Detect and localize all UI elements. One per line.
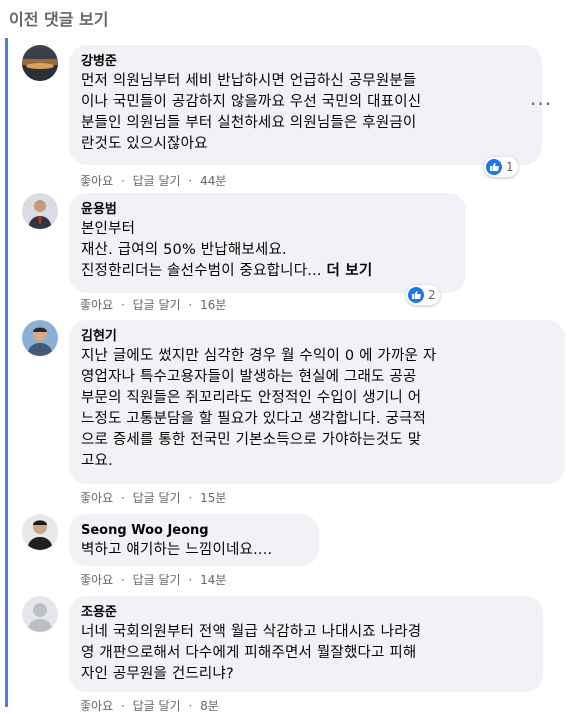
avatar[interactable] [22, 320, 58, 356]
comment-text-line-content: 진정한리더는 솔선수범이 중요합니다... [81, 263, 322, 279]
comment-text-line: 분들인 의원님들 부터 실천하세요 의원님들은 후원금이 [81, 115, 417, 131]
comment-author[interactable]: 윤용범 [81, 201, 454, 219]
comment-text-line: 본인부터 [81, 221, 136, 237]
like-button[interactable]: 좋아요 [80, 298, 113, 312]
reaction-count[interactable]: 1 [484, 157, 518, 177]
reply-button[interactable]: 답글 달기 [133, 491, 181, 505]
comment-author[interactable]: Seong Woo Jeong [81, 522, 307, 540]
reaction-count-value: 1 [506, 160, 514, 174]
comment-text-line: 먼저 의원님부터 세비 반납하시면 언급하신 공무원분들 [81, 73, 417, 89]
comment-timestamp[interactable]: 15분 [200, 491, 226, 505]
avatar[interactable] [22, 596, 58, 632]
avatar[interactable] [22, 514, 58, 550]
separator: · [188, 573, 193, 587]
separator: · [120, 491, 125, 505]
comment-text-line: 부문의 직원들은 쥐꼬리라도 안정적인 수입이 생기니 어 [81, 390, 422, 406]
comment-bubble: 강병준 먼저 의원님부터 세비 반납하시면 언급하신 공무원분들 이나 국민들이… [69, 45, 542, 165]
comment-text-line: 자인 공무원을 건드리냐? [81, 666, 234, 682]
comment-actions: 좋아요 · 답글 달기 · 8분 [80, 697, 219, 714]
comment-bubble: 조용준 너네 국회의원부터 전액 월급 삭감하고 나대시죠 나라경 영 개판으로… [69, 596, 543, 692]
comment-text-line: 느정도 고통분담을 할 필요가 있다고 생각합니다. 궁극적 [81, 411, 427, 427]
reaction-count[interactable]: 2 [406, 285, 440, 305]
separator: · [120, 298, 125, 312]
separator: · [188, 491, 193, 505]
avatar[interactable] [22, 45, 58, 81]
comment-text-line: 진정한리더는 솔선수범이 중요합니다... 더 보기 [81, 261, 454, 282]
comment-timestamp[interactable]: 14분 [200, 573, 226, 587]
like-button[interactable]: 좋아요 [80, 573, 113, 587]
separator: · [120, 174, 125, 188]
comment-text-line: 란것도 있으시잖아요 [81, 136, 208, 152]
see-more-link[interactable]: 더 보기 [327, 263, 373, 279]
comment-actions: 좋아요 · 답글 달기 · 15분 [80, 489, 226, 506]
thumbs-up-icon [408, 287, 424, 303]
comment-text-line: 영 개판으로해서 다수에게 피해주면서 뭘잘했다고 피해 [81, 645, 417, 661]
reply-button[interactable]: 답글 달기 [133, 699, 181, 713]
comment-author[interactable]: 조용준 [81, 604, 531, 622]
reaction-count-value: 2 [428, 288, 436, 302]
reply-button[interactable]: 답글 달기 [133, 573, 181, 587]
comment-text-line: 고요. [81, 453, 113, 469]
like-button[interactable]: 좋아요 [80, 699, 113, 713]
comment-actions: 좋아요 · 답글 달기 · 14분 [80, 571, 226, 588]
thumbs-up-icon [486, 159, 502, 175]
separator: · [188, 174, 193, 188]
view-previous-comments-link[interactable]: 이전 댓글 보기 [9, 6, 108, 30]
avatar[interactable] [22, 193, 58, 229]
comment-text-line: 너네 국회의원부터 전액 월급 삭감하고 나대시죠 나라경 [81, 624, 422, 640]
separator: · [120, 573, 125, 587]
comment-text-line: 지난 글에도 썼지만 심각한 경우 월 수익이 0 에 가까운 자 [81, 348, 437, 364]
comment-actions: 좋아요 · 답글 달기 · 16분 [80, 296, 226, 313]
separator: · [120, 699, 125, 713]
comment-text-line: 으로 증세를 통한 전국민 기본소득으로 가야하는것도 맞 [81, 432, 422, 448]
like-button[interactable]: 좋아요 [80, 174, 113, 188]
comment-actions: 좋아요 · 답글 달기 · 44분 [80, 172, 226, 189]
reply-button[interactable]: 답글 달기 [133, 174, 181, 188]
comment-timestamp[interactable]: 16분 [200, 298, 226, 312]
comment-bubble: 윤용범 본인부터 재산. 급여의 50% 반납해보세요. 진정한리더는 솔선수범… [69, 193, 466, 293]
comment-author[interactable]: 강병준 [81, 53, 530, 71]
comment-timestamp[interactable]: 8분 [200, 699, 219, 713]
reply-button[interactable]: 답글 달기 [133, 298, 181, 312]
comment-text-line: 재산. 급여의 50% 반납해보세요. [81, 242, 287, 258]
more-options-button[interactable]: ··· [530, 94, 552, 114]
comment-text-line: 이나 국민들이 공감하지 않을까요 우선 국민의 대표이신 [81, 94, 422, 110]
separator: · [188, 298, 193, 312]
comment-author[interactable]: 김현기 [81, 328, 553, 346]
thread-line [5, 38, 8, 707]
separator: · [188, 699, 193, 713]
comment-timestamp[interactable]: 44분 [200, 174, 226, 188]
like-button[interactable]: 좋아요 [80, 491, 113, 505]
comment-bubble: Seong Woo Jeong 벽하고 얘기하는 느낌이네요.... [69, 514, 319, 566]
comment-bubble: 김현기 지난 글에도 썼지만 심각한 경우 월 수익이 0 에 가까운 자 영업… [69, 320, 565, 484]
comment-text-line: 영업자나 특수고용자들이 발생하는 현실에 그래도 공공 [81, 369, 417, 385]
comment-text-line: 벽하고 얘기하는 느낌이네요.... [81, 542, 273, 558]
